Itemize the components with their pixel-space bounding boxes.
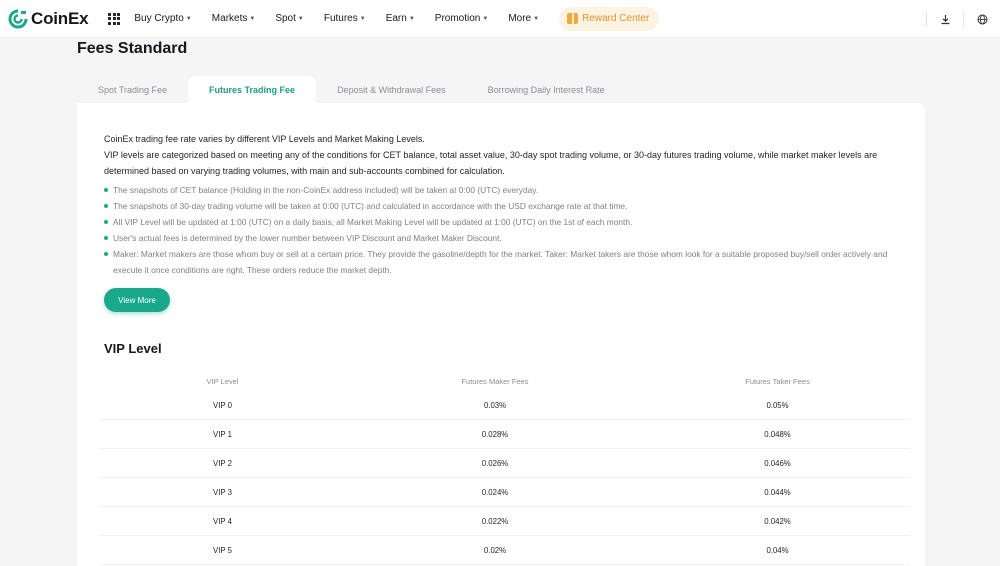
vip-level-cell: VIP 3: [213, 487, 232, 497]
taker-fee-cell: 0.044%: [764, 487, 791, 497]
list-item: Maker: Market makers are those whom buy …: [104, 246, 904, 278]
taker-fee-cell: 0.04%: [766, 545, 789, 555]
maker-fee-cell: 0.02%: [483, 545, 507, 555]
table-row: VIP 2 0.026% 0.046%: [100, 449, 910, 478]
download-icon[interactable]: [927, 0, 963, 38]
taker-fee-cell: 0.046%: [764, 458, 791, 468]
column-header-taker-fees: Futures Taker Fees: [745, 376, 810, 386]
globe-icon[interactable]: [964, 0, 1000, 38]
tab-deposit-withdrawal-fees[interactable]: Deposit & Withdrawal Fees: [316, 76, 467, 104]
table-row: VIP 5 0.02% 0.04%: [100, 536, 910, 565]
chevron-down-icon: ▼: [482, 15, 489, 22]
menu-item-earn[interactable]: Earn ▼: [386, 13, 415, 24]
nav-right-tools: [926, 0, 1000, 38]
table-row: VIP 1 0.028% 0.048%: [100, 420, 910, 449]
list-item: User's actual fees is determined by the …: [104, 230, 904, 246]
chevron-down-icon: ▼: [249, 15, 256, 22]
taker-fee-cell: 0.048%: [764, 429, 791, 439]
list-item: The snapshots of CET balance (Holding in…: [104, 182, 904, 198]
intro-line-1: CoinEx trading fee rate varies by differ…: [104, 134, 425, 144]
vip-level-cell: VIP 0: [213, 400, 232, 410]
apps-grid-icon[interactable]: [108, 12, 121, 25]
tab-borrowing-daily-interest-rate[interactable]: Borrowing Daily Interest Rate: [467, 76, 626, 104]
menu-item-spot[interactable]: Spot ▼: [275, 13, 304, 24]
vip-level-title: VIP Level: [104, 341, 162, 356]
list-item: The snapshots of 30-day trading volume w…: [104, 198, 904, 214]
page-title: Fees Standard: [77, 40, 188, 57]
vip-level-cell: VIP 2: [213, 458, 232, 468]
menu-item-markets[interactable]: Markets ▼: [212, 13, 256, 24]
coinex-logo-icon: [8, 9, 28, 28]
list-item: All VIP Level will be updated at 1:00 (U…: [104, 214, 904, 230]
chevron-down-icon: ▼: [408, 15, 415, 22]
vip-level-cell: VIP 1: [213, 429, 232, 439]
table-row: VIP 3 0.024% 0.044%: [100, 478, 910, 507]
intro-text: CoinEx trading fee rate varies by differ…: [104, 131, 904, 179]
column-header-vip-level: VIP Level: [206, 376, 239, 386]
fees-content-card: CoinEx trading fee rate varies by differ…: [77, 103, 925, 566]
menu-item-promotion[interactable]: Promotion ▼: [435, 13, 489, 24]
top-navigation: CoinEx Buy Crypto ▼ Markets ▼ Spot ▼ Future…: [0, 0, 1000, 38]
coinex-logo[interactable]: CoinEx: [8, 8, 89, 29]
maker-fee-cell: 0.026%: [481, 458, 509, 468]
maker-fee-cell: 0.03%: [483, 400, 507, 410]
reward-center-button[interactable]: Reward Center: [559, 6, 660, 31]
vip-level-cell: VIP 4: [213, 516, 232, 526]
menu-item-buy-crypto[interactable]: Buy Crypto ▼: [134, 13, 191, 24]
chevron-down-icon: ▼: [359, 15, 366, 22]
taker-fee-cell: 0.05%: [766, 400, 789, 410]
view-more-button[interactable]: View More: [104, 288, 170, 312]
chevron-down-icon: ▼: [185, 15, 192, 22]
maker-fee-cell: 0.022%: [481, 516, 509, 526]
menu-item-more[interactable]: More ▼: [508, 13, 539, 24]
gift-icon: [567, 13, 579, 24]
chevron-down-icon: ▼: [297, 15, 304, 22]
fee-tabs: Spot Trading Fee Futures Trading Fee Dep…: [77, 76, 626, 104]
taker-fee-cell: 0.042%: [764, 516, 791, 526]
tab-futures-trading-fee[interactable]: Futures Trading Fee: [188, 76, 317, 104]
intro-line-2: VIP levels are categorized based on meet…: [104, 150, 878, 176]
tab-spot-trading-fee[interactable]: Spot Trading Fee: [77, 76, 188, 104]
main-menu: Buy Crypto ▼ Markets ▼ Spot ▼ Futures ▼ Earn…: [134, 6, 660, 31]
fee-notes-list: The snapshots of CET balance (Holding in…: [104, 182, 904, 278]
menu-item-futures[interactable]: Futures ▼: [324, 13, 366, 24]
brand-name: CoinEx: [31, 8, 89, 28]
vip-level-cell: VIP 5: [213, 545, 232, 555]
chevron-down-icon: ▼: [533, 15, 540, 22]
table-header: VIP Level Futures Maker Fees Futures Tak…: [100, 371, 910, 391]
table-row: VIP 4 0.022% 0.042%: [100, 507, 910, 536]
vip-level-table: VIP Level Futures Maker Fees Futures Tak…: [100, 371, 910, 565]
maker-fee-cell: 0.028%: [481, 429, 509, 439]
column-header-maker-fees: Futures Maker Fees: [461, 376, 529, 386]
table-row: VIP 0 0.03% 0.05%: [100, 391, 910, 420]
maker-fee-cell: 0.024%: [481, 487, 509, 497]
